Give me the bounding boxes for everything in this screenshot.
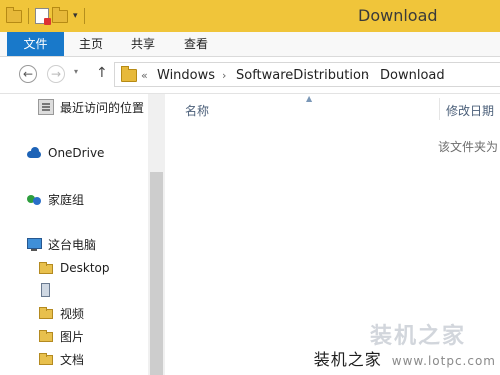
nav-item-recent-places[interactable]: 最近访问的位置 bbox=[38, 98, 144, 116]
nav-item-onedrive[interactable]: OneDrive bbox=[26, 144, 104, 162]
watermark-brand: 装机之家 bbox=[313, 350, 382, 369]
column-divider[interactable] bbox=[439, 98, 440, 120]
empty-folder-message: 该文件夹为 bbox=[438, 140, 499, 154]
nav-item-label: OneDrive bbox=[48, 146, 105, 160]
column-header-date-modified[interactable]: 修改日期 bbox=[446, 102, 494, 119]
breadcrumb-download[interactable]: Download bbox=[380, 68, 445, 83]
breadcrumb-softwaredistribution[interactable]: SoftwareDistribution bbox=[236, 68, 369, 83]
tab-share[interactable]: 共享 bbox=[131, 32, 155, 56]
ribbon-tabs: 文件 主页 共享 查看 bbox=[0, 32, 500, 57]
device-icon bbox=[38, 282, 54, 298]
folder-icon bbox=[38, 260, 54, 276]
folder-icon bbox=[38, 351, 54, 367]
nav-item-documents[interactable]: 文档 bbox=[38, 350, 84, 368]
address-bar[interactable]: « Windows › SoftwareDistribution › Downl… bbox=[114, 62, 500, 87]
breadcrumb-separator: › bbox=[365, 69, 370, 82]
tab-home[interactable]: 主页 bbox=[79, 32, 103, 56]
toolbar-divider bbox=[28, 8, 29, 24]
tab-view[interactable]: 查看 bbox=[184, 32, 208, 56]
homegroup-icon bbox=[26, 191, 42, 207]
breadcrumb-windows[interactable]: Windows bbox=[157, 68, 215, 83]
breadcrumb-separator: › bbox=[222, 69, 227, 82]
overflow-chevron-icon[interactable]: « bbox=[141, 69, 148, 82]
folder-icon bbox=[38, 328, 54, 344]
quick-access-toolbar: ▾ bbox=[6, 6, 88, 25]
forward-button[interactable]: → bbox=[47, 65, 65, 83]
nav-item-homegroup[interactable]: 家庭组 bbox=[26, 190, 84, 208]
nav-item-label: 最近访问的位置 bbox=[60, 100, 145, 115]
folder-icon bbox=[38, 305, 54, 321]
folder-icon bbox=[121, 66, 137, 82]
this-pc-icon bbox=[26, 236, 42, 252]
watermark-url: www.lotpc.com bbox=[391, 354, 496, 368]
sort-ascending-icon: ▲ bbox=[306, 94, 313, 103]
nav-item-label: 文档 bbox=[60, 352, 85, 367]
window-title: Download bbox=[358, 6, 438, 25]
nav-item-desktop[interactable]: Desktop bbox=[38, 259, 110, 277]
nav-item-label: 家庭组 bbox=[48, 192, 85, 207]
new-folder-icon[interactable] bbox=[52, 6, 68, 23]
title-bar: ▾ Download bbox=[0, 0, 500, 32]
nav-item-pictures[interactable]: 图片 bbox=[38, 327, 84, 345]
customize-dropdown-icon[interactable]: ▾ bbox=[73, 11, 78, 21]
nav-item-videos[interactable]: 视频 bbox=[38, 304, 84, 322]
watermark-text: 装机之家 www.lotpc.com bbox=[314, 346, 496, 370]
column-header-name[interactable]: 名称 bbox=[185, 102, 209, 119]
properties-icon[interactable] bbox=[35, 8, 51, 25]
nav-item-device[interactable] bbox=[38, 281, 54, 299]
recent-places-icon bbox=[38, 99, 54, 115]
navigation-pane: 最近访问的位置 OneDrive 家庭组 这台电脑 Desktop 视频 图片 … bbox=[0, 94, 165, 375]
folder-icon[interactable] bbox=[6, 6, 22, 23]
nav-item-this-pc[interactable]: 这台电脑 bbox=[26, 235, 96, 253]
up-arrow-icon[interactable]: ↑ bbox=[96, 65, 108, 81]
toolbar-divider bbox=[83, 8, 85, 24]
navigation-bar: ← → ▾ ↑ « Windows › SoftwareDistribution… bbox=[0, 57, 500, 94]
onedrive-icon bbox=[26, 145, 42, 161]
nav-item-label: Desktop bbox=[60, 261, 110, 275]
nav-item-label: 视频 bbox=[60, 306, 85, 321]
scrollbar-thumb[interactable] bbox=[150, 172, 163, 375]
nav-pane-scrollbar[interactable] bbox=[148, 94, 165, 375]
nav-item-label: 图片 bbox=[60, 329, 85, 344]
nav-item-label: 这台电脑 bbox=[48, 237, 97, 252]
back-button[interactable]: ← bbox=[19, 65, 37, 83]
tab-file[interactable]: 文件 bbox=[7, 32, 64, 56]
recent-locations-dropdown-icon[interactable]: ▾ bbox=[74, 67, 78, 76]
